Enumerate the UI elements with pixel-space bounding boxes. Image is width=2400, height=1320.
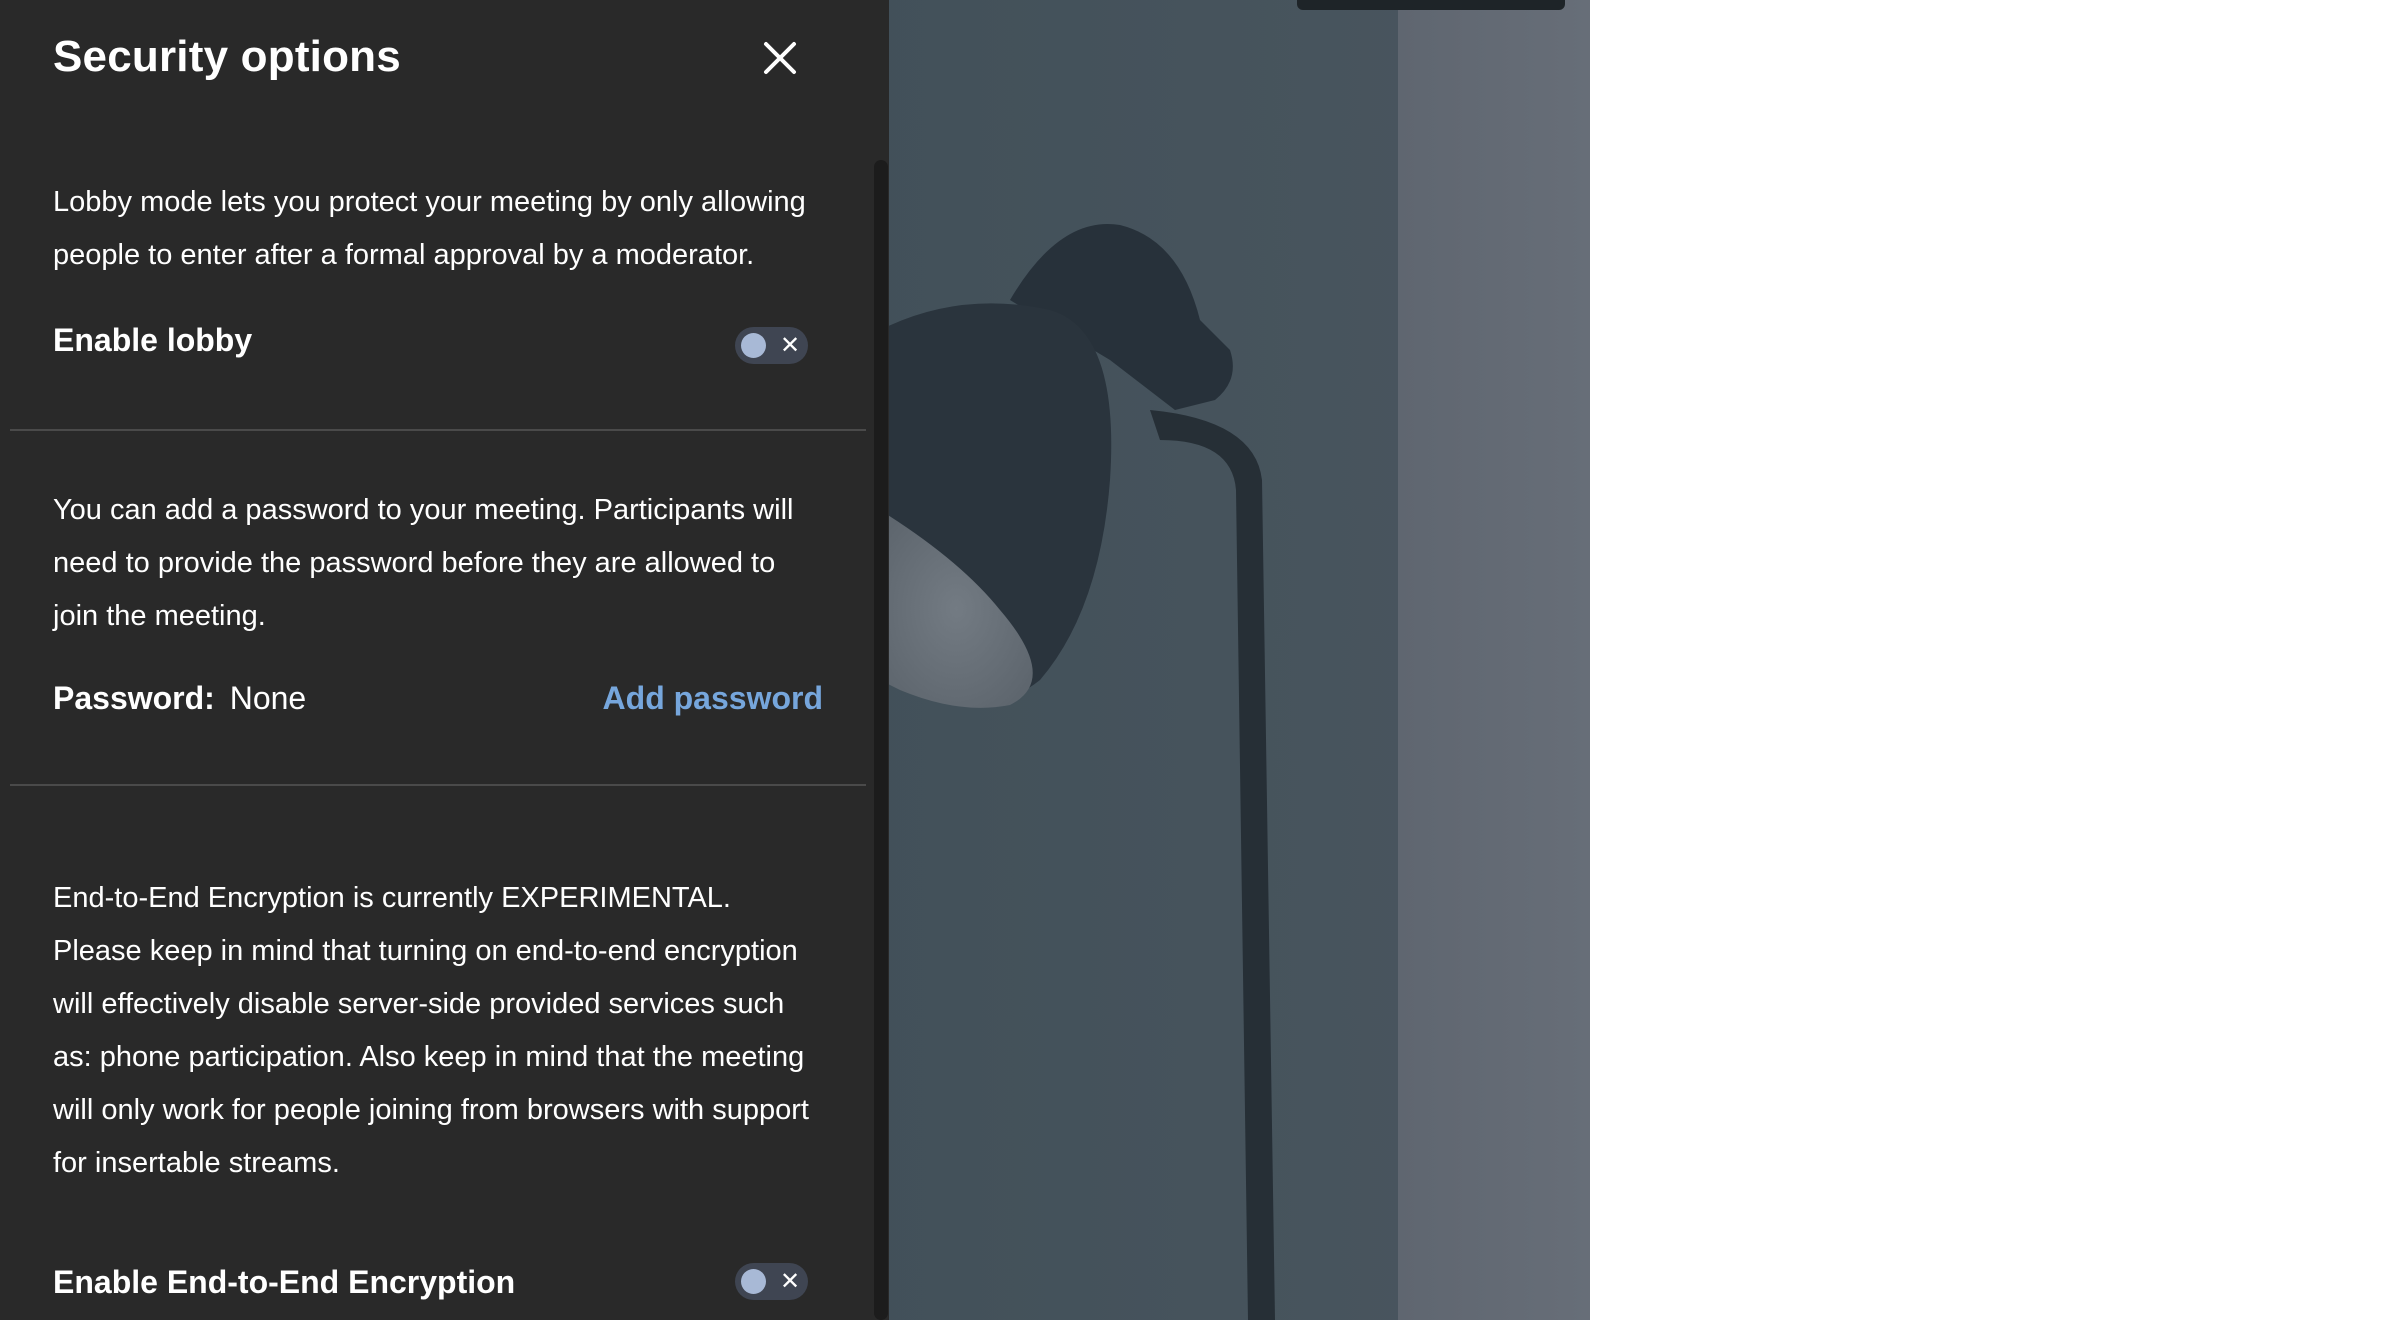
empty-area xyxy=(1590,0,2400,1320)
section-divider xyxy=(10,784,866,786)
toolbox-handle[interactable] xyxy=(1297,0,1565,10)
password-value: None xyxy=(229,680,307,716)
enable-e2ee-label: Enable End-to-End Encryption xyxy=(53,1264,516,1300)
enable-e2ee-toggle[interactable]: ✕ xyxy=(735,1263,808,1300)
password-label: Password: xyxy=(53,680,215,716)
panel-header: Security options xyxy=(53,30,813,90)
security-options-panel: Security options Lobby mode lets you pro… xyxy=(0,0,889,1320)
section-divider xyxy=(10,429,866,431)
e2ee-description: End-to-End Encryption is currently EXPER… xyxy=(53,882,809,1179)
add-password-link[interactable]: Add password xyxy=(603,680,823,717)
panel-scrollbar[interactable] xyxy=(874,160,888,1320)
x-icon: ✕ xyxy=(780,332,801,359)
password-row: Password: None Add password xyxy=(53,680,823,717)
toggle-knob xyxy=(741,333,766,358)
close-button[interactable] xyxy=(758,36,802,80)
toggle-knob xyxy=(741,1269,766,1294)
enable-lobby-label: Enable lobby xyxy=(53,322,253,358)
password-description: You can add a password to your meeting. … xyxy=(53,494,794,632)
enable-lobby-toggle[interactable]: ✕ xyxy=(735,327,808,364)
lobby-description: Lobby mode lets you protect your meeting… xyxy=(53,186,806,271)
panel-title: Security options xyxy=(53,32,401,81)
close-icon xyxy=(764,42,796,74)
app-root: Security options Lobby mode lets you pro… xyxy=(0,0,2400,1320)
x-icon: ✕ xyxy=(780,1268,801,1295)
